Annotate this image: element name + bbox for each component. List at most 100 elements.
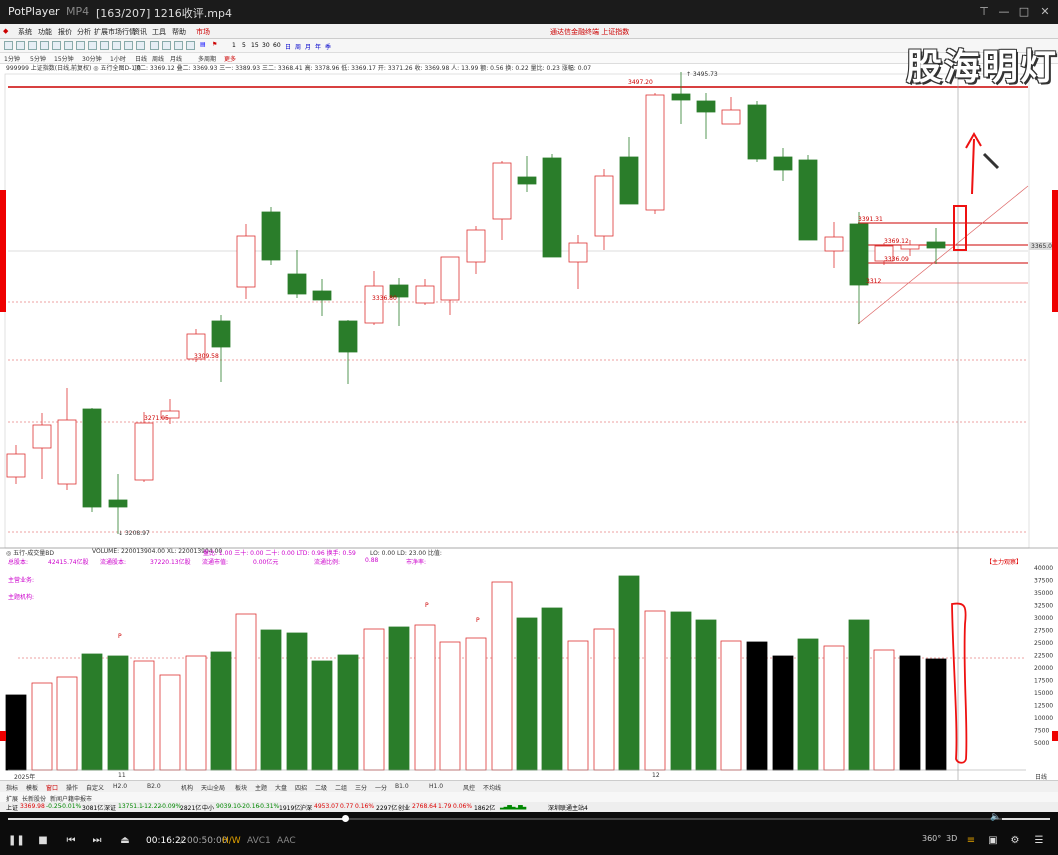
indicator-tab[interactable]: 三分 (355, 783, 367, 792)
gear-icon[interactable]: ⚙ (1008, 834, 1022, 847)
volume-bar (516, 617, 538, 771)
sh-pct: -0.01% (60, 803, 82, 810)
candlestick (849, 223, 869, 286)
price-level-label: 3271.05 (144, 415, 169, 422)
indicator-tab[interactable]: 四招 (295, 783, 307, 792)
candlestick (312, 290, 332, 301)
volume-slider[interactable] (1002, 818, 1050, 820)
price-level-label: 3312 (866, 278, 881, 285)
volume-scale-label: 17500 (1034, 678, 1053, 685)
minimize-icon[interactable]: — (995, 4, 1013, 20)
indicator-tab[interactable]: 指标 (6, 783, 18, 792)
candlestick (82, 408, 102, 508)
candlestick (926, 241, 946, 249)
current-price-label: 3365.0 (1031, 243, 1052, 250)
next-icon[interactable]: ⏭ (90, 834, 104, 847)
candlestick (466, 229, 486, 263)
volume-scale-label: 12500 (1034, 703, 1053, 710)
sh-label: 上证 (6, 805, 19, 812)
hw-label[interactable]: H/W (222, 836, 241, 846)
3d-button[interactable]: 3D (946, 834, 957, 843)
volume-bar (311, 660, 333, 771)
index-tabs: 扩展 长新股份 新闻户籍申报市 (0, 792, 1058, 803)
previous-icon[interactable]: ⏮ (64, 834, 78, 847)
seek-bar-area: 🔈 (0, 812, 1058, 826)
volume-icon[interactable]: 🔈 (990, 812, 1001, 822)
volume-bar (260, 629, 282, 771)
main-business-label: 主营业务: (8, 577, 35, 584)
candlestick (261, 211, 281, 261)
indicator-tab[interactable]: 一分 (375, 783, 387, 792)
hs-label: 沪深 (300, 805, 313, 812)
menu-icon[interactable]: ☰ (1032, 834, 1046, 847)
pause-icon[interactable]: ❚❚ (8, 834, 25, 847)
float-shares-label: 流通股本: (100, 559, 127, 566)
candlestick (773, 156, 793, 171)
market-status-bar: 上证 3369.98 -0.25 -0.01% 3081亿 深证 13751.1… (0, 802, 1058, 812)
stop-icon[interactable]: ■ (36, 834, 50, 847)
volume-bar (670, 611, 692, 771)
indicator-tab[interactable]: 大盘 (275, 783, 287, 792)
indicator-tab[interactable]: 操作 (66, 783, 78, 792)
price-level-label: 3336.80 (372, 295, 397, 302)
chevron-down-icon[interactable]: ⌄ (50, 5, 59, 18)
volume-bar (414, 624, 436, 771)
audio-codec[interactable]: AAC (277, 836, 296, 846)
candlestick (415, 285, 435, 304)
pin-icon[interactable]: ⊤ (975, 4, 993, 20)
candlestick (542, 157, 562, 258)
indicator-tab[interactable]: 自定义 (86, 783, 104, 792)
volume-bar (363, 628, 385, 771)
candlestick (236, 235, 256, 288)
indicator-tab[interactable]: 机构 (181, 783, 193, 792)
candlestick (108, 499, 128, 508)
indicator-tab[interactable]: 不均线 (483, 783, 501, 792)
indicator-tab[interactable]: H2.0 (113, 783, 127, 790)
candlestick (798, 159, 818, 241)
candlestick (568, 242, 588, 263)
eject-icon[interactable]: ⏏ (118, 834, 132, 847)
indicator-tab[interactable]: B1.0 (395, 783, 409, 790)
volume-bar (286, 632, 308, 771)
close-icon[interactable]: ✕ (1036, 4, 1054, 20)
high-price-label: ↑ 3495.73 (686, 71, 718, 78)
volume-marker-label: P (425, 602, 429, 609)
indicator-tab[interactable]: B2.0 (147, 783, 161, 790)
cy-value: 2768.64 (412, 803, 437, 810)
indicator-tab[interactable]: H1.0 (429, 783, 443, 790)
zx-value: 9039.10 (216, 803, 241, 810)
sz-amount: 2821亿 (180, 805, 202, 812)
zx-change: -20.16 (240, 803, 260, 810)
indicator-tab[interactable]: 二级 (315, 783, 327, 792)
video-codec[interactable]: AVC1 (247, 836, 271, 846)
trading-terminal: ◆ 系统 功能 报价 分析 扩展市场行情 资讯 工具 帮助 市场 通达信金融终端… (0, 24, 1058, 812)
seek-fill (8, 818, 346, 820)
month-label: 12 (652, 772, 660, 779)
window-mode-icon[interactable]: ▣ (986, 834, 1000, 847)
server-label: 深圳联通主站4 (548, 805, 588, 812)
candlestick (364, 285, 384, 324)
volume-bar (618, 575, 640, 771)
volume-bar (185, 655, 207, 771)
filter-icon[interactable]: ≡ (964, 834, 978, 847)
indicator-tab[interactable]: 二组 (335, 783, 347, 792)
chart-canvas[interactable]: 3497.20 ↑ 3495.73 3391.31 3369.12 3336.09 333… (0, 24, 1058, 812)
candlestick (211, 320, 231, 348)
indicator-tab[interactable]: 风控 (463, 783, 475, 792)
volume-bar (541, 607, 563, 771)
seek-handle[interactable] (342, 815, 350, 822)
volume-scale-label: 32500 (1034, 603, 1053, 610)
candlestick (440, 256, 460, 301)
price-level-label: 3369.12 (884, 238, 909, 245)
indicator-tab[interactable]: 窗口 (46, 783, 58, 792)
maximize-icon[interactable]: □ (1015, 4, 1033, 20)
vr-360-button[interactable]: 360° (922, 834, 941, 843)
indicator-tab[interactable]: 模板 (26, 783, 38, 792)
zx-pct: -0.31% (258, 803, 280, 810)
box-annotation (953, 205, 967, 251)
volume-lo: LO: 0.00 LD: 23.00 比值: (370, 550, 442, 557)
indicator-tab[interactable]: 板块 (235, 783, 247, 792)
indicator-tab[interactable]: 主题 (255, 783, 267, 792)
indicator-tab[interactable]: 天山全局 (201, 783, 225, 792)
price-panel-frame (4, 73, 1030, 549)
